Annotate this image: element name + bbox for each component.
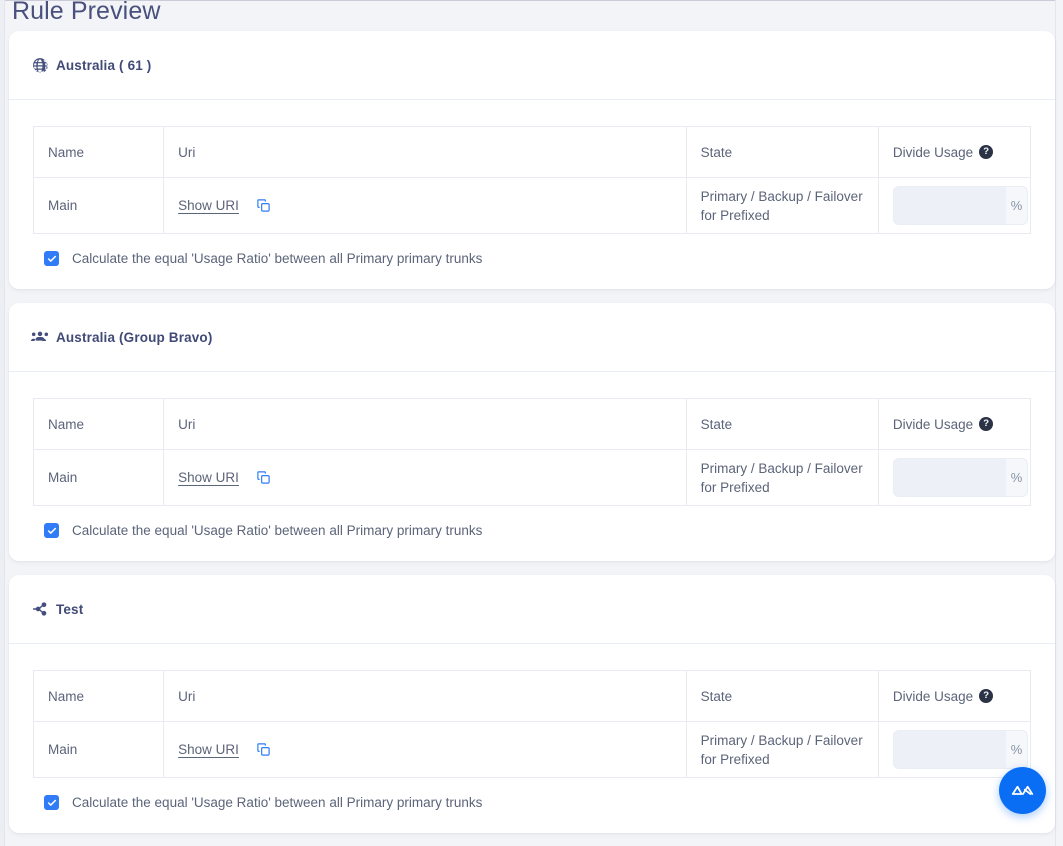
column-header-uri: Uri (163, 126, 687, 178)
divide-usage-input[interactable] (893, 459, 1007, 496)
usage-ratio-label: Calculate the equal 'Usage Ratio' betwee… (72, 251, 483, 266)
divide-usage-input-group[interactable]: % (892, 186, 1028, 225)
users-group-icon (31, 328, 49, 346)
copy-icon[interactable] (256, 198, 271, 213)
column-header-state: State (686, 398, 879, 450)
show-uri-link[interactable]: Show URI (178, 470, 239, 485)
column-header-label: Divide Usage (892, 688, 974, 704)
divide-usage-input[interactable] (893, 187, 1007, 224)
cell-state: Primary / Backup / Failover for Prefixed (686, 177, 879, 234)
left-rail (0, 0, 5, 846)
rule-preview-card: Australia ( 61 ) Name Uri State Divide Usage… (9, 31, 1055, 289)
cell-divide-usage: % (878, 449, 1031, 506)
card-header: Test (9, 575, 1055, 644)
cell-name: Main (33, 177, 165, 234)
table-header-row: Name Uri State Divide Usage? (33, 398, 1031, 450)
table-header-row: Name Uri State Divide Usage? (33, 670, 1031, 722)
help-icon[interactable]: ? (979, 417, 994, 431)
column-header-state: State (686, 126, 879, 178)
cell-name: Main (33, 721, 165, 778)
card-title: Australia ( 61 ) (56, 57, 152, 73)
card-title: Test (56, 601, 84, 617)
usage-ratio-label: Calculate the equal 'Usage Ratio' betwee… (72, 523, 483, 538)
usage-ratio-row[interactable]: Calculate the equal 'Usage Ratio' betwee… (33, 234, 1031, 289)
table-row: Main Show URI Primary / Backup / Failover … (33, 177, 1031, 234)
usage-ratio-label: Calculate the equal 'Usage Ratio' betwee… (72, 795, 483, 810)
percent-suffix: % (1006, 731, 1027, 768)
column-header-label: Divide Usage (892, 144, 974, 160)
divide-usage-input-group[interactable]: % (892, 458, 1028, 497)
usage-ratio-checkbox[interactable] (44, 251, 59, 266)
help-icon[interactable]: ? (979, 689, 994, 703)
state-text: Primary / Backup / Failover for Prefixed (700, 188, 863, 223)
usage-ratio-checkbox[interactable] (44, 795, 59, 810)
column-header-name: Name (33, 670, 165, 722)
cell-divide-usage: % (878, 721, 1031, 778)
copy-icon[interactable] (256, 470, 271, 485)
cell-state: Primary / Backup / Failover for Prefixed (686, 721, 879, 778)
copy-icon[interactable] (256, 742, 271, 757)
column-header-uri: Uri (163, 398, 687, 450)
help-icon[interactable]: ? (979, 145, 994, 159)
rule-preview-card: Australia (Group Bravo) Name Uri State Divid… (9, 303, 1055, 561)
percent-suffix: % (1006, 187, 1027, 224)
globe-icon (31, 56, 49, 74)
rule-preview-card: Test Name Uri State Divide Usage? Main Show UR… (9, 575, 1055, 833)
cell-divide-usage: % (878, 177, 1031, 234)
card-header: Australia (Group Bravo) (9, 303, 1055, 372)
usage-ratio-row[interactable]: Calculate the equal 'Usage Ratio' betwee… (33, 506, 1031, 561)
card-body: Name Uri State Divide Usage? Main Show URI Pri… (9, 644, 1055, 833)
card-title: Australia (Group Bravo) (56, 329, 213, 345)
table-row: Main Show URI Primary / Backup / Failover … (33, 721, 1031, 778)
column-header-name: Name (33, 126, 165, 178)
table-row: Main Show URI Primary / Backup / Failover … (33, 449, 1031, 506)
column-header-divide-usage: Divide Usage? (878, 126, 1031, 178)
card-body: Name Uri State Divide Usage? Main Show URI Pri… (9, 100, 1055, 289)
column-header-divide-usage: Divide Usage? (878, 398, 1031, 450)
column-header-state: State (686, 670, 879, 722)
rule-preview-page: Rule Preview Australia ( 61 ) Name Uri Stat… (0, 0, 1063, 846)
divide-usage-input[interactable] (893, 731, 1007, 768)
cell-uri: Show URI (163, 449, 687, 506)
assistant-fab[interactable] (999, 767, 1046, 814)
cell-name: Main (33, 449, 165, 506)
cell-state: Primary / Backup / Failover for Prefixed (686, 449, 879, 506)
usage-ratio-row[interactable]: Calculate the equal 'Usage Ratio' betwee… (33, 778, 1031, 833)
cell-uri: Show URI (163, 177, 687, 234)
peaks-logo-icon (1010, 778, 1035, 803)
right-scroll-rail[interactable] (1055, 0, 1063, 846)
column-header-label: Divide Usage (892, 416, 974, 432)
page-title: Rule Preview (12, 0, 161, 25)
card-body: Name Uri State Divide Usage? Main Show URI Pri… (9, 372, 1055, 561)
column-header-divide-usage: Divide Usage? (878, 670, 1031, 722)
table-header-row: Name Uri State Divide Usage? (33, 126, 1031, 178)
cell-uri: Show URI (163, 721, 687, 778)
state-text: Primary / Backup / Failover for Prefixed (700, 460, 863, 495)
trunk-table: Name Uri State Divide Usage? Main Show URI Pri… (33, 398, 1031, 506)
show-uri-link[interactable]: Show URI (178, 198, 239, 213)
column-header-uri: Uri (163, 670, 687, 722)
trunk-table: Name Uri State Divide Usage? Main Show URI Pri… (33, 126, 1031, 234)
share-nodes-icon (31, 600, 49, 618)
trunk-table: Name Uri State Divide Usage? Main Show URI Pri… (33, 670, 1031, 778)
column-header-name: Name (33, 398, 165, 450)
usage-ratio-checkbox[interactable] (44, 523, 59, 538)
divide-usage-input-group[interactable]: % (892, 730, 1028, 769)
percent-suffix: % (1006, 459, 1027, 496)
state-text: Primary / Backup / Failover for Prefixed (700, 732, 863, 767)
card-header: Australia ( 61 ) (9, 31, 1055, 100)
rule-preview-cards: Australia ( 61 ) Name Uri State Divide Usage… (9, 31, 1055, 846)
show-uri-link[interactable]: Show URI (178, 742, 239, 757)
